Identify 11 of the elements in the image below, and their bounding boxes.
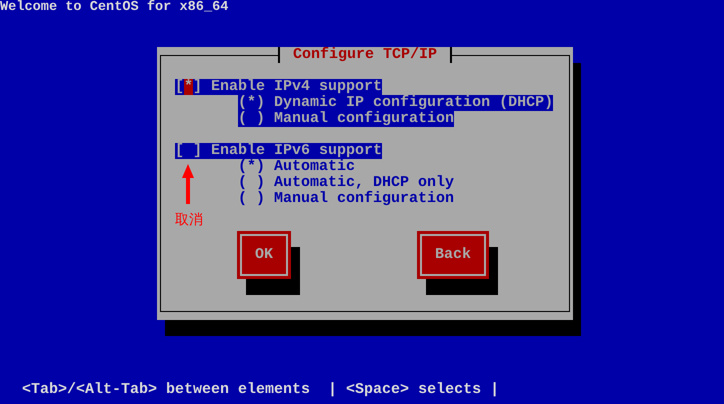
annotation-text: 取消 [175, 212, 203, 228]
dialog-button[interactable]: Back [417, 231, 489, 279]
checkbox-option[interactable]: [ ] Enable IPv6 support [175, 143, 382, 159]
screen-title: Welcome to CentOS for x86_64 [0, 0, 228, 16]
dialog-title: Configure TCP/IP [278, 47, 452, 63]
dialog-button[interactable]: OK [237, 231, 291, 279]
up-arrow-icon [182, 164, 194, 204]
radio-option[interactable]: (*) Dynamic IP configuration (DHCP) [238, 95, 554, 111]
radio-option[interactable]: ( ) Manual configuration [238, 111, 454, 127]
status-text: <Tab>/<Alt-Tab> between elements | <Space> selects | [22, 382, 500, 398]
checkbox-option[interactable]: [*] Enable IPv4 support [175, 79, 382, 95]
